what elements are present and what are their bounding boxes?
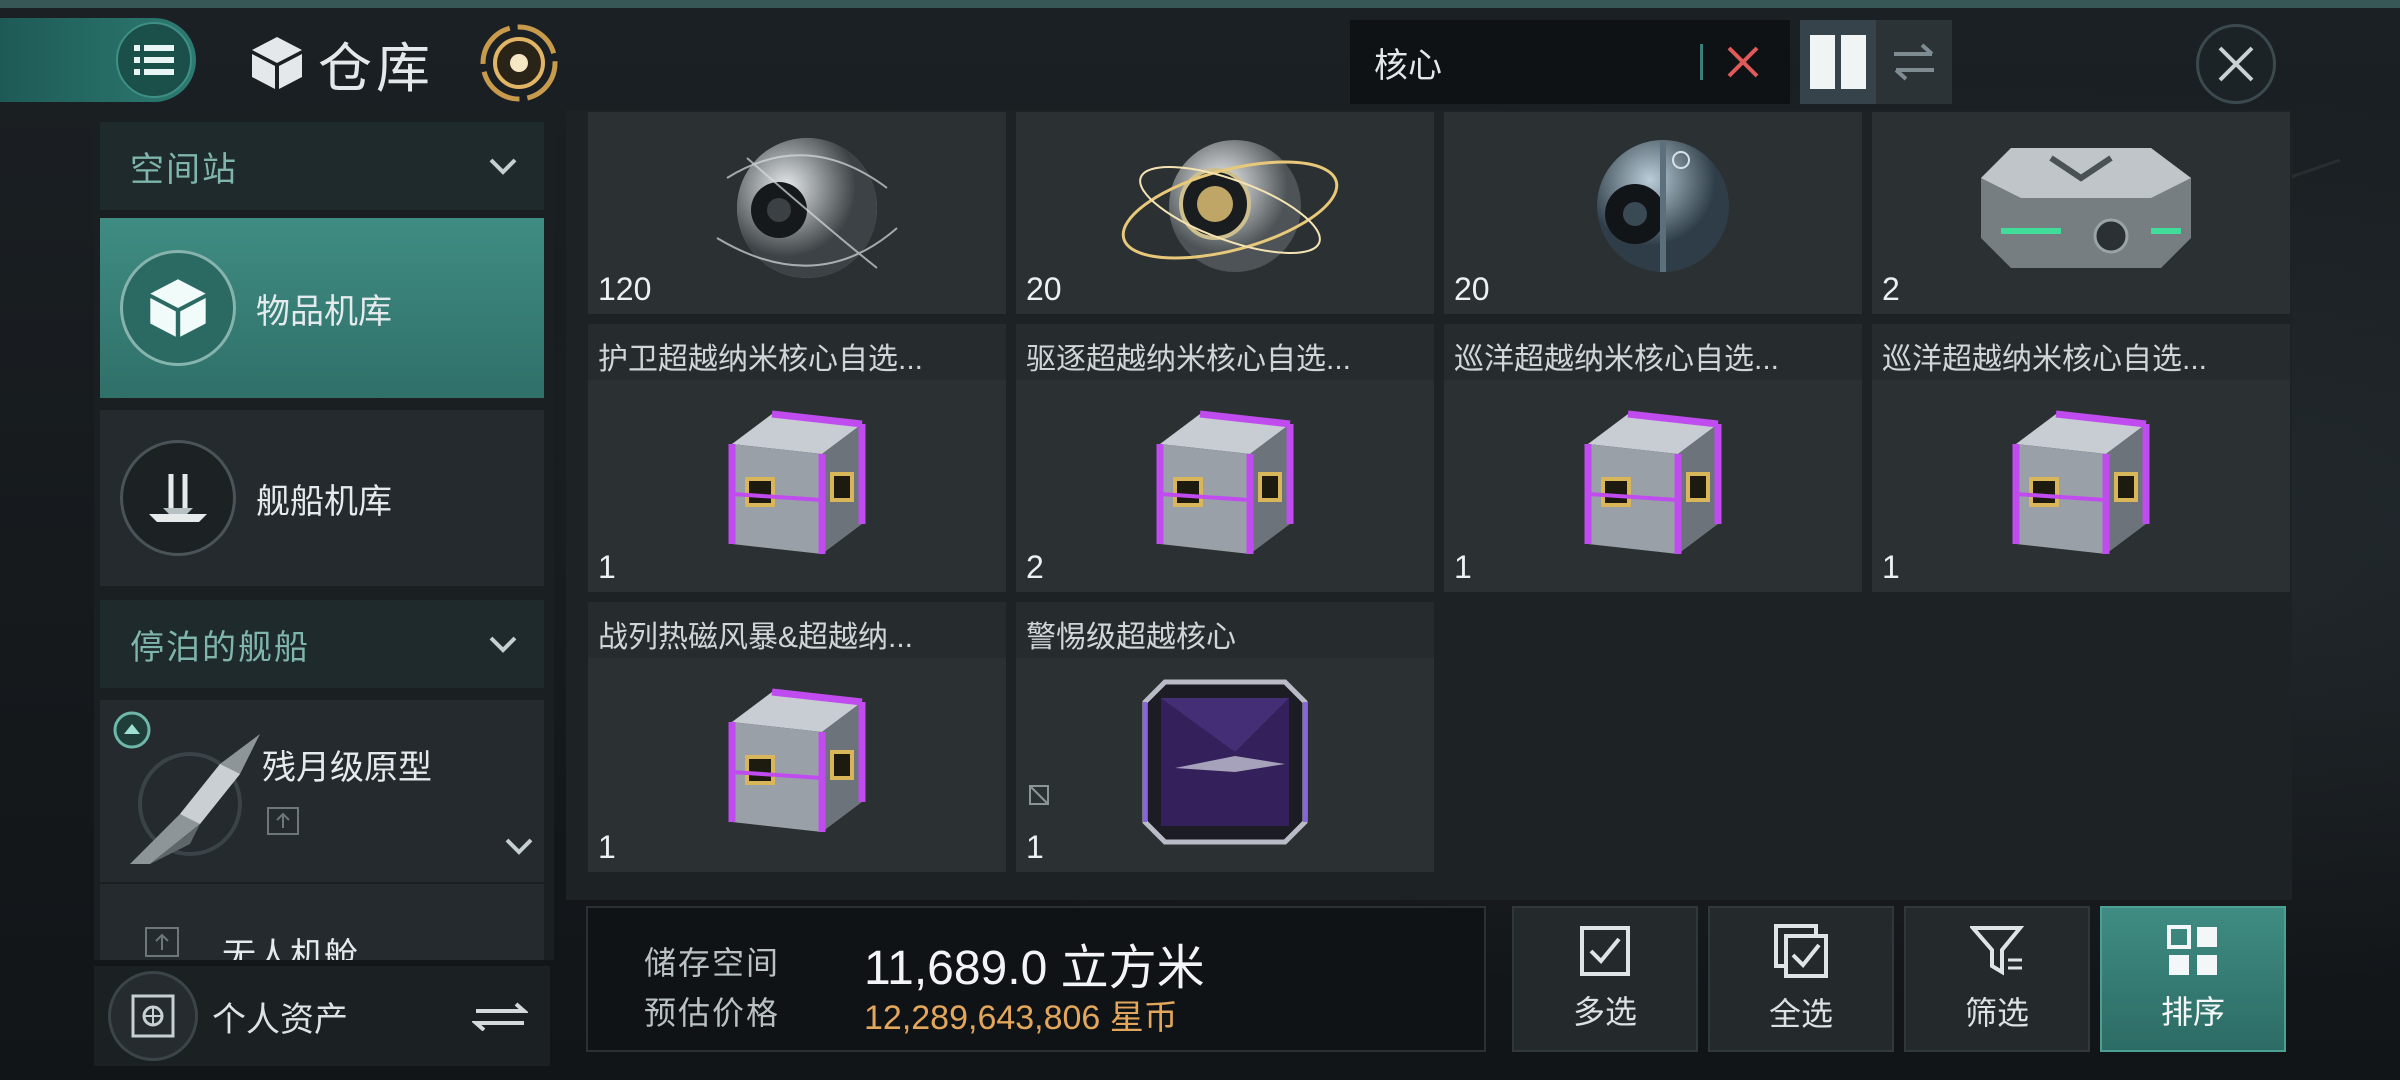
checkbox-icon [1580, 926, 1630, 976]
personal-assets-button[interactable]: 个人资产 [94, 966, 550, 1066]
item-quantity: 20 [1454, 271, 1490, 307]
grid-view-button[interactable] [1800, 20, 1876, 104]
item-quantity: 1 [1026, 829, 1044, 865]
drone-bay-label: 无人机舱 [222, 936, 358, 961]
item-quantity: 1 [1882, 549, 1900, 585]
upload-icon [267, 807, 299, 835]
section-docked-ships[interactable]: 停泊的舰船 [100, 600, 544, 688]
item-hangar-icon [120, 250, 236, 366]
filter-icon [1970, 926, 2024, 976]
item-name: 巡洋超越纳米核心自选... [1882, 343, 2208, 376]
item-name: 警惕级超越核心 [1026, 621, 1236, 654]
close-icon [2218, 46, 2254, 82]
target-icon[interactable] [478, 22, 560, 104]
vigilant-core-image [1016, 672, 1434, 852]
search-separator [1700, 44, 1703, 80]
item-name: 巡洋超越纳米核心自选... [1454, 343, 1780, 376]
purple-crate-image [1444, 394, 1862, 564]
page-title: 仓库 [318, 38, 434, 99]
sidebar: 空间站 物品机库 舰船机库 停泊的舰船 残月级原型 无人机舱 [94, 110, 554, 960]
multi-select-label: 多选 [1572, 994, 1637, 1030]
item-cell[interactable]: 警惕级超越核心 1 [1016, 602, 1434, 872]
item-quantity: 20 [1026, 271, 1062, 307]
filter-label: 筛选 [1964, 995, 2029, 1031]
item-cell[interactable]: 2 [1872, 112, 2290, 314]
search-input[interactable] [1350, 42, 1680, 82]
item-quantity: 2 [1882, 271, 1900, 307]
sidebar-item-item-hangar[interactable]: 物品机库 [100, 218, 544, 398]
item-cell[interactable]: 20 [1016, 112, 1434, 314]
item-cell[interactable]: 驱逐超越纳米核心自选... 2 [1016, 324, 1434, 592]
core-sphere-gold-image [1016, 118, 1434, 298]
top-strip [0, 0, 2400, 8]
purple-crate-image [588, 672, 1006, 842]
sidebar-item-label: 物品机库 [256, 292, 392, 331]
search-clear-button[interactable] [1713, 32, 1773, 92]
select-all-icon [1774, 924, 1828, 978]
item-grid: 120 20 20 2 护卫超越纳米核心自选... 1 驱逐超越纳米核心自选..… [566, 110, 2292, 900]
storage-space-label: 储存空间 [644, 945, 781, 981]
core-sphere-blue-image [1444, 118, 1862, 298]
view-toggle[interactable] [1800, 20, 1952, 104]
select-all-label: 全选 [1768, 996, 1833, 1032]
item-cell[interactable]: 20 [1444, 112, 1862, 314]
ship-thumbnail [120, 724, 270, 874]
sort-button[interactable]: 排序 [2100, 906, 2286, 1052]
sort-label: 排序 [2160, 994, 2225, 1030]
estimated-price-label: 预估价格 [644, 995, 781, 1031]
item-cell[interactable]: 战列热磁风暴&超越纳... 1 [588, 602, 1006, 872]
chevron-down-icon [489, 158, 517, 175]
storage-space-value: 11,689.0 立方米 [864, 942, 1205, 995]
swap-arrows-icon [1894, 43, 1934, 81]
select-all-button[interactable]: 全选 [1708, 906, 1894, 1052]
item-name: 战列热磁风暴&超越纳... [598, 621, 914, 654]
item-cell[interactable]: 巡洋超越纳米核心自选... 1 [1872, 324, 2290, 592]
purple-crate-image [588, 394, 1006, 564]
storage-info-panel: 储存空间 预估价格 11,689.0 立方米 12,289,643,806 星币 [586, 906, 1486, 1052]
item-name: 护卫超越纳米核心自选... [598, 343, 924, 376]
search-box[interactable] [1350, 20, 1790, 104]
estimated-price-value: 12,289,643,806 星币 [864, 999, 1178, 1037]
chevron-down-icon[interactable] [504, 836, 534, 856]
item-quantity: 120 [598, 271, 652, 307]
item-quantity: 1 [1454, 549, 1472, 585]
transfer-icon [472, 1002, 528, 1031]
swap-view-button[interactable] [1876, 20, 1952, 104]
item-cell[interactable]: 护卫超越纳米核心自选... 1 [588, 324, 1006, 592]
warehouse-cube-icon [252, 37, 302, 89]
sidebar-item-drone-bay[interactable]: 无人机舱 [100, 884, 544, 960]
filter-button[interactable]: 筛选 [1904, 906, 2090, 1052]
item-cell[interactable]: 巡洋超越纳米核心自选... 1 [1444, 324, 1862, 592]
chevron-down-icon [489, 636, 517, 653]
purple-crate-image [1872, 394, 2290, 564]
section-space-station[interactable]: 空间站 [100, 122, 544, 210]
sidebar-item-label: 舰船机库 [256, 482, 392, 521]
ship-hangar-icon [120, 440, 236, 556]
safe-icon [108, 971, 198, 1061]
item-quantity: 2 [1026, 549, 1044, 585]
item-quantity: 1 [598, 549, 616, 585]
menu-icon [116, 22, 192, 98]
core-module-case-image [1872, 118, 2290, 298]
section-space-station-label: 空间站 [130, 150, 238, 189]
multi-select-button[interactable]: 多选 [1512, 906, 1698, 1052]
clear-x-icon [1727, 46, 1759, 78]
sidebar-item-ship-hangar[interactable]: 舰船机库 [100, 410, 544, 586]
item-cell[interactable]: 120 [588, 112, 1006, 314]
sort-grid-icon [2167, 925, 2217, 975]
columns-icon [1810, 35, 1866, 89]
drone-bay-icon [145, 927, 179, 957]
ship-name: 残月级原型 [262, 749, 432, 787]
docked-ship-item[interactable]: 残月级原型 [100, 700, 544, 882]
close-button[interactable] [2196, 24, 2276, 104]
item-quantity: 1 [598, 829, 616, 865]
personal-assets-label: 个人资产 [212, 1000, 348, 1039]
unpackaged-icon [1029, 785, 1049, 805]
item-name: 驱逐超越纳米核心自选... [1026, 343, 1352, 376]
purple-crate-image [1016, 394, 1434, 564]
section-docked-ships-label: 停泊的舰船 [130, 628, 310, 667]
menu-button[interactable] [0, 18, 196, 102]
